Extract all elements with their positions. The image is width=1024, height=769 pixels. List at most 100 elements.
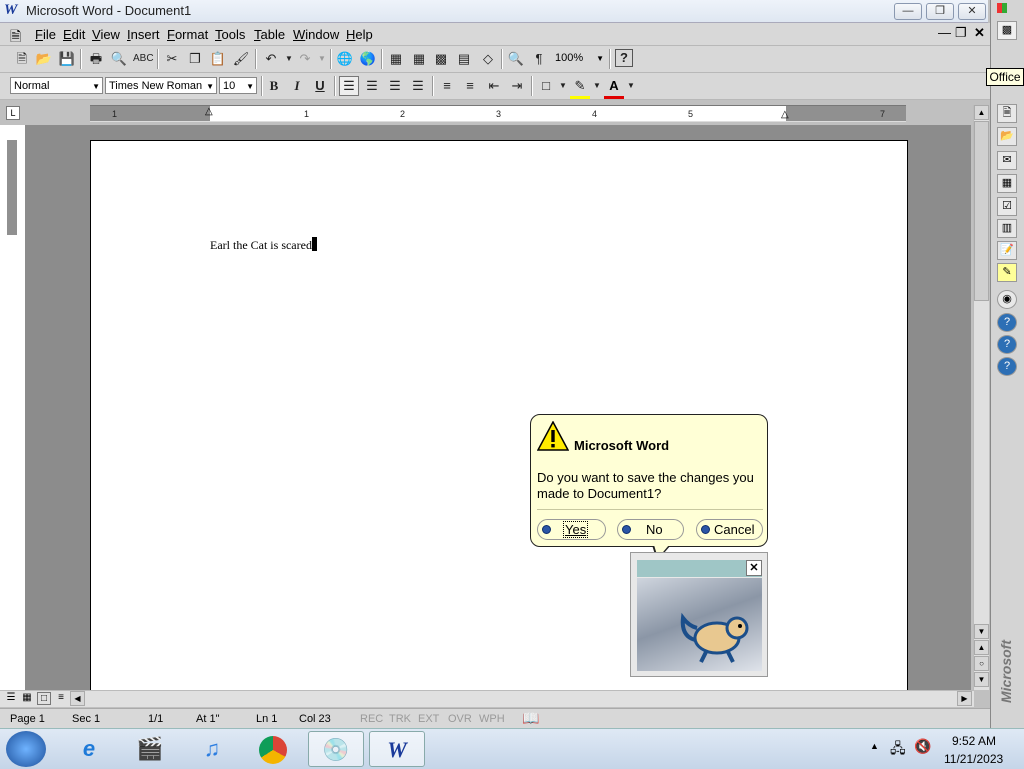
cut-icon[interactable]: ✂ [162, 49, 182, 69]
cancel-button[interactable]: Cancel [696, 519, 763, 540]
new-document-icon[interactable]: 🗎 [12, 49, 32, 69]
help-topic-icon[interactable]: ? [997, 313, 1017, 332]
drawing-icon[interactable]: ◇ [478, 49, 498, 69]
doc-restore-button[interactable]: ❐ [955, 25, 967, 41]
redo-dropdown-icon[interactable]: ▼ [312, 49, 332, 69]
show-hide-icon[interactable]: ¶ [529, 49, 549, 69]
yes-button[interactable]: Yes [537, 519, 606, 540]
format-painter-icon[interactable]: 🖌 [231, 49, 251, 69]
columns-icon[interactable]: ▤ [454, 49, 474, 69]
font-size-select[interactable]: 10 ▼ [219, 77, 257, 94]
insert-hyperlink-icon[interactable]: 🌐 [335, 49, 355, 69]
new-note-icon[interactable]: ✎ [997, 263, 1017, 282]
italic-button[interactable]: I [287, 76, 307, 96]
new-office-document-icon[interactable]: 🗎 [997, 104, 1017, 123]
select-browse-object-button[interactable]: ○ [974, 656, 989, 671]
menu-tools[interactable]: Tools [215, 27, 245, 42]
assistant-title-bar[interactable]: ✕ [637, 560, 762, 577]
scroll-up-button[interactable]: ▲ [974, 105, 989, 120]
menu-edit[interactable]: Edit [63, 27, 85, 42]
previous-page-button[interactable]: ▲ [974, 640, 989, 655]
next-page-button[interactable]: ▼ [974, 672, 989, 687]
tab-selector[interactable]: L [6, 106, 20, 120]
paste-icon[interactable]: 📋 [208, 49, 228, 69]
start-button[interactable] [6, 731, 46, 767]
bold-button[interactable]: B [264, 76, 284, 96]
itunes-icon[interactable]: ♫ [184, 731, 240, 767]
status-rec[interactable]: REC [360, 713, 383, 725]
microsoft-word-taskbar-icon[interactable]: W [369, 731, 425, 767]
open-folder-icon[interactable]: 📂 [34, 49, 54, 69]
vertical-ruler[interactable] [0, 125, 26, 690]
office-assistant-icon[interactable]: ◉ [997, 290, 1017, 309]
page-layout-view-icon[interactable]: □ [37, 692, 51, 705]
document-page[interactable]: Earl the Cat is scared [90, 140, 908, 690]
menu-format[interactable]: Format [167, 27, 208, 42]
print-icon[interactable]: 🖶 [86, 49, 106, 69]
chrome-icon[interactable] [245, 731, 301, 767]
undo-icon[interactable]: ↶ [261, 49, 281, 69]
help-topic-icon[interactable]: ? [997, 357, 1017, 376]
doc-close-button[interactable]: ✕ [974, 25, 985, 41]
align-right-icon[interactable]: ☰ [385, 76, 405, 96]
menu-insert[interactable]: Insert [127, 27, 160, 42]
new-task-icon[interactable]: ☑ [997, 197, 1017, 216]
status-wph[interactable]: WPH [479, 713, 505, 725]
show-hidden-icons[interactable]: ▲ [870, 741, 879, 751]
underline-button[interactable]: U [310, 76, 330, 96]
increase-indent-icon[interactable]: ⇥ [507, 76, 527, 96]
new-contact-icon[interactable]: ▥ [997, 219, 1017, 238]
menu-file[interactable]: File [35, 27, 56, 42]
normal-view-icon[interactable]: ☰ [4, 692, 18, 705]
horizontal-ruler[interactable]: 1 1 2 3 4 5 7 △ △ [90, 105, 906, 122]
web-toolbar-icon[interactable]: 🌎 [358, 49, 378, 69]
office-button[interactable]: ▩ [997, 21, 1017, 40]
scroll-left-button[interactable]: ◀ [70, 691, 85, 706]
status-ovr[interactable]: OVR [448, 713, 472, 725]
document-text[interactable]: Earl the Cat is scared [210, 237, 317, 253]
online-layout-view-icon[interactable]: ▦ [20, 692, 34, 705]
status-trk[interactable]: TRK [389, 713, 411, 725]
document-map-icon[interactable]: 🔍 [506, 49, 526, 69]
open-office-document-icon[interactable]: 📂 [997, 127, 1017, 146]
scroll-down-button[interactable]: ▼ [974, 624, 989, 639]
spelling-status-icon[interactable]: 📖 [522, 710, 539, 727]
disc-burner-icon[interactable]: 💿 [308, 731, 364, 767]
assistant-close-button[interactable]: ✕ [746, 560, 762, 576]
font-select[interactable]: Times New Roman ▼ [105, 77, 217, 94]
new-appointment-icon[interactable]: ▦ [997, 174, 1017, 193]
minimize-button[interactable]: — [894, 3, 922, 20]
horizontal-scrollbar[interactable]: ☰ ▦ □ ≡ ◀ ▶ [0, 690, 974, 707]
help-topic-icon[interactable]: ? [997, 335, 1017, 354]
scroll-right-button[interactable]: ▶ [957, 691, 972, 706]
left-indent-marker[interactable]: △ [205, 106, 213, 117]
volume-muted-icon[interactable]: 🔇 [914, 738, 931, 755]
clock-date[interactable]: 11/21/2023 [944, 752, 1003, 766]
spelling-icon[interactable]: ABC [133, 49, 154, 69]
bullets-icon[interactable]: ≡ [460, 76, 480, 96]
network-icon[interactable]: 🖧 [890, 738, 906, 762]
new-message-icon[interactable]: ✉ [997, 151, 1017, 170]
new-journal-entry-icon[interactable]: 📝 [997, 241, 1017, 260]
print-preview-icon[interactable]: 🔍 [109, 49, 129, 69]
align-center-icon[interactable]: ☰ [362, 76, 382, 96]
office-assistant[interactable]: ✕ [630, 552, 768, 677]
status-ext[interactable]: EXT [418, 713, 439, 725]
menu-view[interactable]: View [92, 27, 120, 42]
menu-table[interactable]: Table [254, 27, 285, 42]
office-logo-icon[interactable] [997, 3, 1007, 13]
media-center-icon[interactable]: 🎬 [122, 731, 178, 767]
no-button[interactable]: No [617, 519, 684, 540]
outline-view-icon[interactable]: ≡ [54, 692, 68, 705]
doc-minimize-button[interactable]: — [938, 25, 951, 40]
document-area[interactable]: Earl the Cat is scared [25, 125, 971, 690]
scroll-thumb[interactable] [974, 121, 989, 301]
decrease-indent-icon[interactable]: ⇤ [484, 76, 504, 96]
word-app-icon[interactable]: W [4, 2, 20, 18]
align-left-icon[interactable]: ☰ [339, 76, 359, 96]
insert-table-icon[interactable]: ▦ [409, 49, 429, 69]
vertical-scrollbar[interactable]: ▲ ▼ ▲ ○ ▼ [973, 105, 989, 690]
close-button[interactable]: ✕ [958, 3, 986, 20]
menu-help[interactable]: Help [346, 27, 373, 42]
internet-explorer-icon[interactable]: e [61, 731, 117, 767]
